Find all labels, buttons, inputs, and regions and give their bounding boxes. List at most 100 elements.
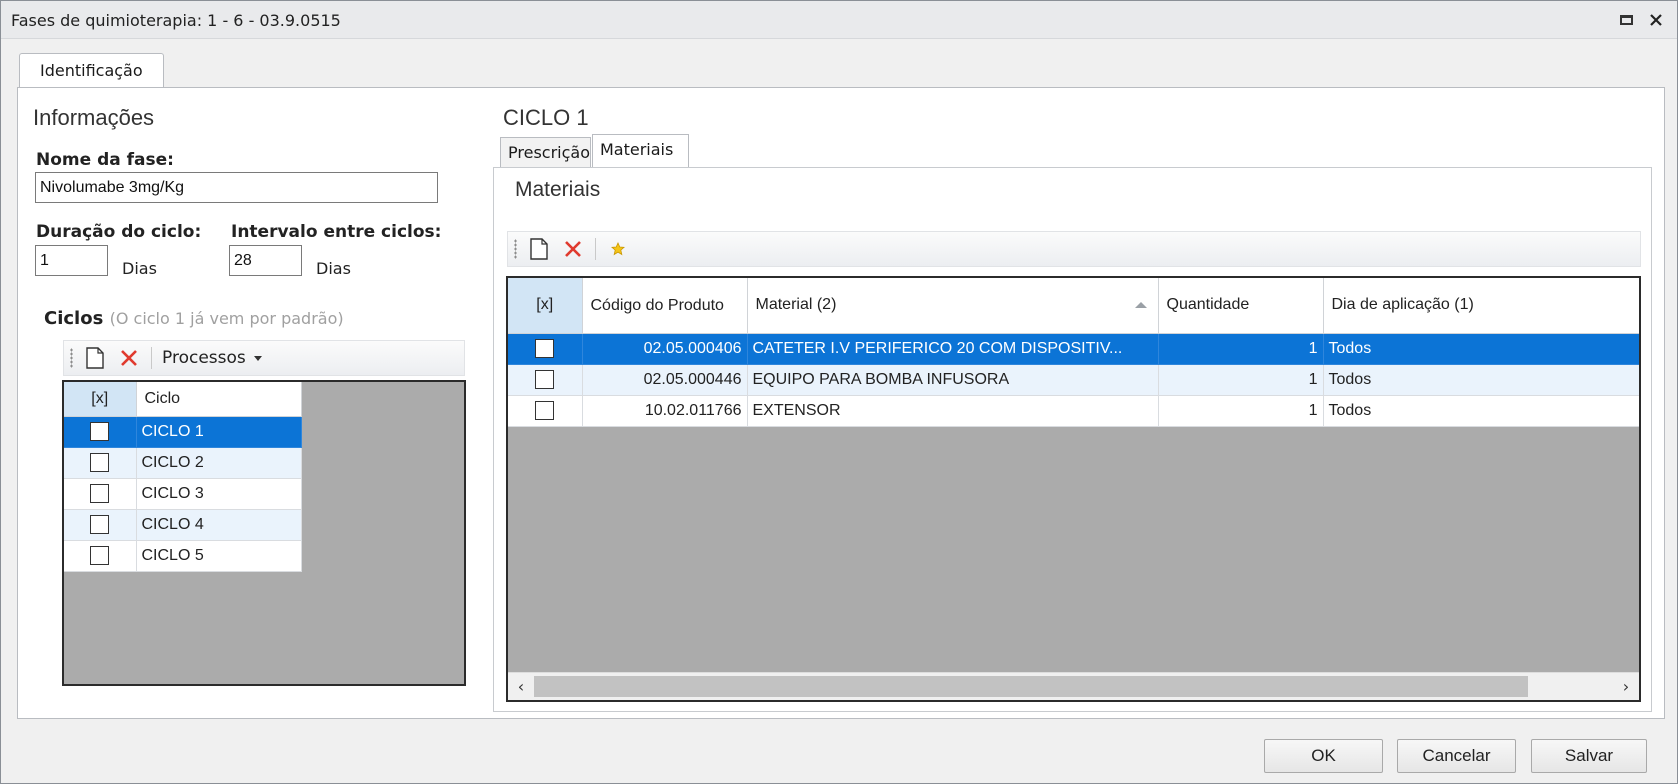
dia-cell: Todos — [1323, 395, 1639, 427]
close-icon — [1650, 14, 1662, 26]
row-checkbox[interactable] — [90, 546, 110, 565]
col-select-header[interactable]: [x] — [508, 278, 583, 334]
ciclo-row[interactable]: CICLO 2 — [64, 447, 302, 479]
materiais-toolbar — [507, 231, 1641, 267]
scrollbar-thumb[interactable] — [534, 676, 1528, 697]
dia-cell: Todos — [1323, 364, 1639, 396]
toolbar-grip — [70, 348, 73, 368]
nome-fase-input[interactable] — [35, 172, 438, 203]
close-button[interactable] — [1647, 11, 1665, 29]
title-bar: Fases de quimioterapia: 1 - 6 - 03.9.051… — [1, 1, 1677, 39]
col-quantidade-header[interactable]: Quantidade — [1158, 278, 1324, 334]
row-select-cell[interactable] — [64, 478, 137, 510]
ciclos-heading: Ciclos (O ciclo 1 já vem por padrão) — [44, 308, 344, 329]
ciclo-label: CICLO 2 — [136, 447, 302, 479]
row-select-cell[interactable] — [64, 509, 137, 541]
col-codigo-header[interactable]: Código do Produto — [582, 278, 748, 334]
horizontal-scrollbar[interactable]: ‹ › — [508, 672, 1639, 700]
maximize-button[interactable] — [1617, 11, 1635, 29]
window-title: Fases de quimioterapia: 1 - 6 - 03.9.051… — [11, 11, 341, 30]
row-checkbox[interactable] — [90, 453, 110, 472]
toolbar-separator — [151, 347, 152, 369]
dialog-window: Fases de quimioterapia: 1 - 6 - 03.9.051… — [0, 0, 1678, 784]
codigo-cell: 02.05.000406 — [582, 333, 748, 365]
row-select-cell[interactable] — [508, 333, 583, 365]
material-row[interactable]: 10.02.011766 EXTENSOR 1 Todos — [508, 395, 1639, 427]
material-cell: EXTENSOR — [747, 395, 1159, 427]
ciclos-label: Ciclos — [44, 308, 104, 329]
material-cell: CATETER I.V PERIFERICO 20 COM DISPOSITIV… — [747, 333, 1159, 365]
ciclo-label: CICLO 3 — [136, 478, 302, 510]
informacoes-title: Informações — [33, 105, 155, 130]
delete-x-icon — [121, 350, 137, 366]
processos-dropdown[interactable]: Processos — [162, 348, 262, 368]
new-material-button[interactable] — [527, 237, 551, 261]
row-select-cell[interactable] — [508, 364, 583, 396]
toolbar-separator — [595, 238, 596, 260]
ciclo-label: CICLO 4 — [136, 509, 302, 541]
ciclo-row[interactable]: CICLO 4 — [64, 509, 302, 541]
new-ciclo-button[interactable] — [83, 346, 107, 370]
intervalo-unit-label: Dias — [316, 259, 351, 278]
row-select-cell[interactable] — [64, 416, 137, 448]
row-checkbox[interactable] — [535, 370, 555, 389]
delete-material-button[interactable] — [561, 237, 585, 261]
intervalo-ciclos-input[interactable] — [229, 245, 302, 276]
row-checkbox[interactable] — [90, 515, 110, 534]
favorite-button[interactable] — [606, 237, 630, 261]
duracao-ciclo-label: Duração do ciclo: — [36, 222, 202, 242]
duracao-ciclo-input[interactable] — [35, 245, 108, 276]
material-row[interactable]: 02.05.000406 CATETER I.V PERIFERICO 20 CO… — [508, 333, 1639, 365]
materiais-title: Materiais — [515, 178, 601, 201]
material-cell: EQUIPO PARA BOMBA INFUSORA — [747, 364, 1159, 396]
save-button[interactable]: Salvar — [1531, 739, 1647, 773]
toolbar-grip — [514, 239, 517, 259]
ciclo-label: CICLO 5 — [136, 540, 302, 572]
col-material-label: Material (2) — [755, 296, 837, 314]
col-dia-header[interactable]: Dia de aplicação (1) — [1323, 278, 1639, 334]
ciclos-hint: (O ciclo 1 já vem por padrão) — [109, 309, 344, 328]
tab-identificacao[interactable]: Identificação — [19, 53, 164, 88]
codigo-cell: 10.02.011766 — [582, 395, 748, 427]
tab-prescricao[interactable]: Prescrição — [500, 137, 591, 168]
ciclo-title: CICLO 1 — [503, 105, 589, 130]
star-icon — [611, 242, 625, 256]
row-select-cell[interactable] — [64, 447, 137, 479]
nome-fase-label: Nome da fase: — [36, 150, 174, 170]
tab-materiais[interactable]: Materiais — [592, 134, 689, 168]
col-material-header[interactable]: Material (2) — [747, 278, 1159, 334]
ciclos-body: CICLO 1 CICLO 2 CICLO 3 CICLO 4 CICLO 5 — [64, 416, 302, 572]
row-checkbox[interactable] — [90, 422, 110, 441]
row-select-cell[interactable] — [508, 395, 583, 427]
codigo-cell: 02.05.000446 — [582, 364, 748, 396]
material-row[interactable]: 02.05.000446 EQUIPO PARA BOMBA INFUSORA 1 T… — [508, 364, 1639, 396]
quantidade-cell: 1 — [1158, 333, 1324, 365]
row-checkbox[interactable] — [535, 401, 555, 420]
ciclo-row[interactable]: CICLO 5 — [64, 540, 302, 572]
processos-label: Processos — [162, 348, 246, 368]
quantidade-cell: 1 — [1158, 395, 1324, 427]
scroll-left-icon[interactable]: ‹ — [511, 676, 531, 697]
duracao-unit-label: Dias — [122, 259, 157, 278]
maximize-icon — [1619, 15, 1633, 25]
ok-button[interactable]: OK — [1264, 739, 1383, 773]
materiais-table: [x] Código do Produto Material (2) Quant… — [508, 278, 1639, 427]
ciclo-row[interactable]: CICLO 1 — [64, 416, 302, 448]
ciclos-grid: [x] Ciclo CICLO 1 CICLO 2 CICLO 3 CICLO 4 CI… — [62, 380, 466, 686]
col-select-header[interactable]: [x] — [64, 382, 137, 417]
row-checkbox[interactable] — [90, 484, 110, 503]
delete-x-icon — [565, 241, 581, 257]
cancel-button[interactable]: Cancelar — [1397, 739, 1516, 773]
ciclo-row[interactable]: CICLO 3 — [64, 478, 302, 510]
scroll-right-icon[interactable]: › — [1616, 676, 1636, 697]
ciclo-label: CICLO 1 — [136, 416, 302, 448]
row-checkbox[interactable] — [535, 339, 555, 358]
row-select-cell[interactable] — [64, 540, 137, 572]
new-document-icon — [86, 347, 104, 369]
window-controls — [1617, 11, 1665, 29]
col-ciclo-header[interactable]: Ciclo — [136, 382, 302, 417]
delete-ciclo-button[interactable] — [117, 346, 141, 370]
quantidade-cell: 1 — [1158, 364, 1324, 396]
chevron-down-icon — [253, 355, 262, 361]
ciclos-table: [x] Ciclo CICLO 1 CICLO 2 CICLO 3 CICLO 4 CI… — [64, 382, 302, 572]
